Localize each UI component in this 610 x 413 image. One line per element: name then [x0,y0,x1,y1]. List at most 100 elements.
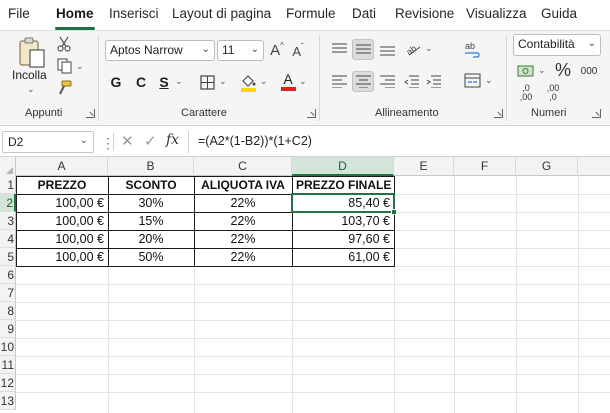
font-name-select[interactable]: Aptos Narrow ⌄ [105,40,215,61]
menu-dati[interactable]: Dati [352,6,376,21]
wrap-text-icon[interactable]: ab [463,39,481,59]
borders-icon[interactable] [198,72,216,92]
copy-dropdown-icon[interactable]: ⌄ [76,61,84,72]
increase-decimal-icon[interactable]: ,0 ,00 [515,83,537,103]
decrease-indent-icon[interactable] [402,72,420,90]
copy-icon[interactable] [55,57,73,75]
formula-input[interactable]: =(A2*(1-B2))*(1+C2) [198,134,312,148]
borders-dropdown-icon[interactable]: ⌄ [219,76,227,87]
underline-dropdown-icon[interactable]: ⌄ [175,76,183,87]
clipboard-launcher-icon[interactable] [86,109,95,118]
align-left-icon[interactable] [330,72,348,90]
row-header-1[interactable]: 1 [0,176,16,194]
column-header-c[interactable]: C [194,157,292,176]
cell-d2[interactable]: 85,40 € [292,194,394,212]
menu-home[interactable]: Home [56,6,94,21]
underline-button[interactable]: S [157,72,171,92]
cell-d4[interactable]: 97,60 € [292,230,394,248]
font-color-icon[interactable]: A [280,70,296,92]
menu-guida[interactable]: Guida [541,6,577,21]
column-header-a[interactable]: A [16,157,108,176]
column-header-f[interactable]: F [454,157,516,176]
font-color-dropdown-icon[interactable]: ⌄ [299,76,307,87]
menu-revisione[interactable]: Revisione [395,6,454,21]
thousands-separator-button[interactable]: 000 [578,62,600,80]
name-box[interactable]: D2 ⌄ [2,131,94,153]
bold-button[interactable]: G [108,72,124,92]
paste-icon[interactable] [16,35,48,71]
cell-c4[interactable]: 22% [194,230,292,248]
currency-dropdown-icon[interactable]: ⌄ [538,65,546,76]
grow-font-icon[interactable]: A ^ [268,40,286,60]
cell-b3[interactable]: 15% [108,212,194,230]
row-header-4[interactable]: 4 [0,230,16,248]
cell-a4[interactable]: 100,00 € [16,230,108,248]
fill-color-dropdown-icon[interactable]: ⌄ [260,76,268,87]
row-header-12[interactable]: 12 [0,374,16,392]
cell-b1[interactable]: SCONTO [108,176,194,194]
cell-a5[interactable]: 100,00 € [16,248,108,266]
align-right-icon[interactable] [378,72,396,90]
alignment-launcher-icon[interactable] [494,109,503,118]
column-header-g[interactable]: G [516,157,578,176]
menu-formule[interactable]: Formule [286,6,336,21]
decrease-decimal-icon[interactable]: ,00 ,0 [542,83,564,103]
cell-c1[interactable]: ALIQUOTA IVA [194,176,292,194]
menu-layout-di-pagina[interactable]: Layout di pagina [172,6,271,21]
menu-file[interactable]: File [8,6,30,21]
column-header-e[interactable]: E [394,157,454,176]
cell-c5[interactable]: 22% [194,248,292,266]
column-header-b[interactable]: B [108,157,194,176]
insert-function-icon[interactable]: fx [166,132,179,148]
menu-visualizza[interactable]: Visualizza [466,6,527,21]
increase-indent-icon[interactable] [424,72,442,90]
align-center-icon[interactable] [352,71,374,92]
cell-b4[interactable]: 20% [108,230,194,248]
row-header-13[interactable]: 13 [0,392,16,410]
cell-d5[interactable]: 61,00 € [292,248,394,266]
row-header-5[interactable]: 5 [0,248,16,266]
paste-dropdown-icon[interactable]: ⌄ [27,84,35,95]
cell-b5[interactable]: 50% [108,248,194,266]
cell-d1[interactable]: PREZZO FINALE [292,176,394,194]
orientation-icon[interactable]: ab [404,39,422,59]
format-painter-icon[interactable] [55,79,73,97]
cell-c3[interactable]: 22% [194,212,292,230]
shrink-font-icon[interactable]: Aˇ [290,41,306,61]
merge-dropdown-icon[interactable]: ⌄ [485,75,493,86]
row-header-10[interactable]: 10 [0,338,16,356]
align-top-icon[interactable] [330,40,348,58]
align-bottom-icon[interactable] [378,40,396,58]
cancel-icon[interactable]: ✕ [121,132,134,150]
cell-a2[interactable]: 100,00 € [16,194,108,212]
orientation-dropdown-icon[interactable]: ⌄ [425,43,433,54]
row-header-7[interactable]: 7 [0,284,16,302]
italic-button[interactable]: C [133,72,149,92]
align-middle-icon[interactable] [352,39,374,60]
font-launcher-icon[interactable] [307,109,316,118]
number-launcher-icon[interactable] [592,109,601,118]
row-header-9[interactable]: 9 [0,320,16,338]
cell-a3[interactable]: 100,00 € [16,212,108,230]
cell-b2[interactable]: 30% [108,194,194,212]
enter-icon[interactable]: ✓ [144,132,157,150]
row-header-8[interactable]: 8 [0,302,16,320]
row-header-11[interactable]: 11 [0,356,16,374]
cell-d3[interactable]: 103,70 € [292,212,394,230]
cut-icon[interactable] [55,35,73,53]
paste-label[interactable]: Incolla [12,68,47,82]
percent-button[interactable]: % [554,59,572,81]
select-all-button[interactable] [0,157,16,176]
cell-a1[interactable]: PREZZO [16,176,108,194]
row-header-2[interactable]: 2 [0,194,16,212]
row-header-3[interactable]: 3 [0,212,16,230]
merge-center-icon[interactable] [462,70,482,90]
fill-color-icon[interactable] [239,71,257,93]
font-size-select[interactable]: 11 ⌄ [217,40,264,61]
currency-icon[interactable] [515,62,535,80]
fill-handle[interactable] [391,209,397,215]
cell-c2[interactable]: 22% [194,194,292,212]
column-header-d[interactable]: D [292,157,394,176]
menu-inserisci[interactable]: Inserisci [109,6,159,21]
row-header-6[interactable]: 6 [0,266,16,284]
